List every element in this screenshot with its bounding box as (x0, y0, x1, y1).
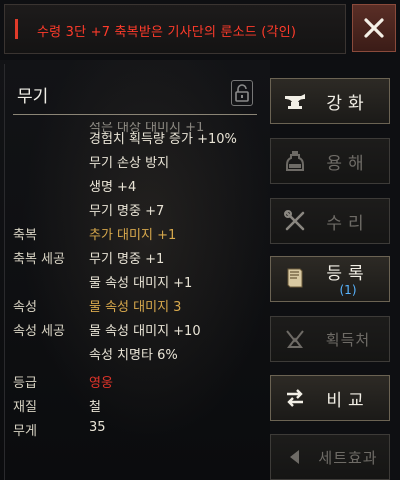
acquire-source-label: 획득처 (325, 330, 371, 349)
item-category: 무기 (17, 87, 49, 107)
stat-value: 물 속성 대미지 +1 (89, 276, 193, 291)
stat-value: 물 속성 대미지 3 (89, 300, 182, 315)
acquire-source-button[interactable]: 획득처 (270, 316, 390, 362)
item-detail-panel: 무기 적은 대상 대미지 +1 경험치 획득량 증가 +10% 무기 손상 방지… (4, 64, 260, 480)
list-item: 속성 세공 물 속성 대미지 +10 (5, 320, 261, 342)
register-count: (1) (339, 283, 357, 297)
register-label: 등록 (326, 264, 370, 284)
item-stats-list[interactable]: 적은 대상 대미지 +1 경험치 획득량 증가 +10% 무기 손상 방지 생명… (5, 122, 261, 480)
potion-icon (286, 151, 304, 171)
list-item: 축복 세공 무기 명중 +1 (5, 248, 261, 270)
stat-label: 축복 세공 (13, 252, 65, 267)
stat-label: 등급 (13, 376, 37, 391)
repair-button[interactable]: 수리 (270, 198, 390, 244)
stat-value: 경험치 획득량 증가 +10% (89, 132, 237, 147)
repair-label: 수리 (326, 213, 370, 234)
enhance-button[interactable]: 강화 (270, 78, 390, 124)
unlock-icon[interactable] (231, 80, 253, 106)
arrow-left-icon (290, 450, 299, 464)
set-effect-label: 세트효과 (318, 448, 378, 467)
stat-value: 생명 +4 (89, 180, 137, 195)
list-item: 무기 손상 방지 (5, 152, 261, 174)
list-item: 등급 영웅 (5, 372, 261, 394)
dismantle-button[interactable]: 용해 (270, 138, 390, 184)
stat-value: 추가 대미지 +1 (89, 228, 177, 243)
grade-value: 영웅 (89, 376, 113, 391)
stat-value: 속성 치명타 6% (89, 348, 178, 363)
category-header: 무기 (11, 76, 259, 116)
stat-label: 속성 세공 (13, 324, 65, 339)
list-item: 축복 추가 대미지 +1 (5, 224, 261, 246)
stat-value: 물 속성 대미지 +10 (89, 324, 201, 339)
list-item: 재질 철 (5, 396, 261, 418)
stat-value: 35 (89, 420, 106, 435)
list-item: 물 속성 대미지 +1 (5, 272, 261, 294)
stat-label: 무게 (13, 424, 37, 439)
swap-arrows-icon (287, 389, 303, 407)
stat-value: 철 (89, 400, 101, 415)
list-item: 속성 치명타 6% (5, 344, 261, 366)
category-divider (13, 114, 257, 115)
stat-label: 재질 (13, 400, 37, 415)
list-item: 속성 물 속성 대미지 3 (5, 296, 261, 318)
book-icon (287, 268, 303, 288)
stat-label: 속성 (13, 300, 37, 315)
list-item: 생명 +4 (5, 176, 261, 198)
stat-value: 무기 명중 +7 (89, 204, 165, 219)
stat-value: 무기 명중 +1 (89, 252, 165, 267)
title-accent-bar (15, 19, 18, 39)
list-item: 무기 명중 +7 (5, 200, 261, 222)
close-button[interactable] (352, 4, 396, 52)
anvil-icon (285, 94, 305, 109)
stat-value: 무기 손상 방지 (89, 156, 170, 171)
list-item: 무게 35 (5, 420, 261, 442)
item-title: 수령 3단 +7 축복받은 기사단의 룬소드 (각인) (37, 25, 297, 40)
close-icon (364, 18, 384, 38)
set-effect-button[interactable]: 세트효과 (270, 434, 390, 480)
register-button[interactable]: 등록 (1) (270, 256, 390, 302)
enhance-label: 강화 (326, 93, 370, 114)
compare-label: 비교 (326, 390, 370, 411)
item-title-bar: 수령 3단 +7 축복받은 기사단의 룬소드 (각인) (4, 4, 346, 54)
compare-button[interactable]: 비교 (270, 375, 390, 421)
tools-icon (284, 210, 305, 231)
source-icon (286, 330, 304, 348)
list-item: 경험치 획득량 증가 +10% (5, 128, 261, 150)
stat-label: 축복 (13, 228, 37, 243)
dismantle-label: 용해 (326, 153, 370, 174)
